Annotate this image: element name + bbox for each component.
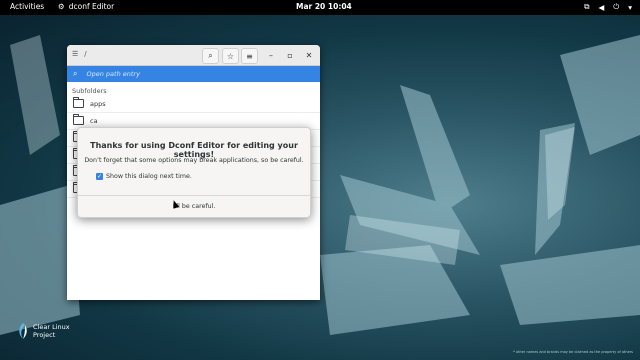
network-icon: ⧉ <box>584 2 590 11</box>
close-button[interactable]: ✕ <box>303 49 315 61</box>
activities-button[interactable]: Activities <box>10 2 44 11</box>
clear-linux-logo-icon <box>19 323 27 339</box>
logo-line-2: Project <box>33 331 56 339</box>
search-button[interactable]: ⌕ <box>202 48 219 64</box>
search-placeholder: Open path entry <box>86 70 140 78</box>
list-item[interactable]: apps <box>67 95 320 113</box>
section-title: Subfolders <box>72 87 107 95</box>
header-bar: ☰ / ⌕ ☆ ≡ – ▫ ✕ <box>67 45 320 66</box>
path-label: / <box>84 50 87 58</box>
clock[interactable]: Mar 20 10:04 <box>296 2 352 11</box>
clear-linux-logo: Clear Linux Project <box>16 322 70 340</box>
welcome-dialog: Thanks for using Dconf Editor for editin… <box>77 127 311 218</box>
bookmarks-button[interactable]: ☆ <box>222 48 239 64</box>
app-menu-label: dconf Editor <box>68 2 115 11</box>
minimize-icon: – <box>269 50 273 60</box>
show-dialog-checkbox[interactable]: ✓ Show this dialog next time. <box>96 173 192 180</box>
star-icon: ☆ <box>226 51 235 61</box>
folder-icon <box>73 114 84 125</box>
search-bar[interactable]: ⌕ Open path entry <box>67 66 320 82</box>
maximize-icon: ▫ <box>287 50 293 60</box>
maximize-button[interactable]: ▫ <box>284 49 296 61</box>
checkbox-label: Show this dialog next time. <box>106 173 192 180</box>
minimize-button[interactable]: – <box>265 49 277 61</box>
main-menu-button[interactable]: ≡ <box>241 48 258 64</box>
list-item-label: apps <box>90 99 106 108</box>
app-menu[interactable]: ⚙ dconf Editor <box>58 2 114 11</box>
path-breadcrumb[interactable]: ☰ / <box>72 50 87 58</box>
system-tray[interactable]: ⧉ ◀ ⏻ ▾ <box>584 2 632 12</box>
menu-icon: ☰ <box>72 50 79 58</box>
search-icon: ⌕ <box>208 51 213 60</box>
power-icon: ⏻ <box>613 2 620 11</box>
dialog-message: Don’t forget that some options may break… <box>84 157 304 164</box>
app-icon: ⚙ <box>58 2 65 11</box>
search-icon: ⌕ <box>73 69 78 78</box>
list-item-label: ca <box>90 116 98 125</box>
chevron-down-icon: ▾ <box>628 2 632 12</box>
checkbox-checked-icon: ✓ <box>96 173 103 180</box>
logo-line-1: Clear Linux <box>33 323 70 331</box>
folder-icon <box>73 97 84 108</box>
volume-icon: ◀ <box>598 2 605 12</box>
be-careful-button[interactable]: I’ll be careful. <box>78 195 310 217</box>
hamburger-icon: ≡ <box>246 51 253 61</box>
close-icon: ✕ <box>305 50 313 60</box>
top-bar: Activities ⚙ dconf Editor Mar 20 10:04 ⧉… <box>0 0 640 15</box>
fine-print: * other names and brands may be claimed … <box>513 350 633 354</box>
